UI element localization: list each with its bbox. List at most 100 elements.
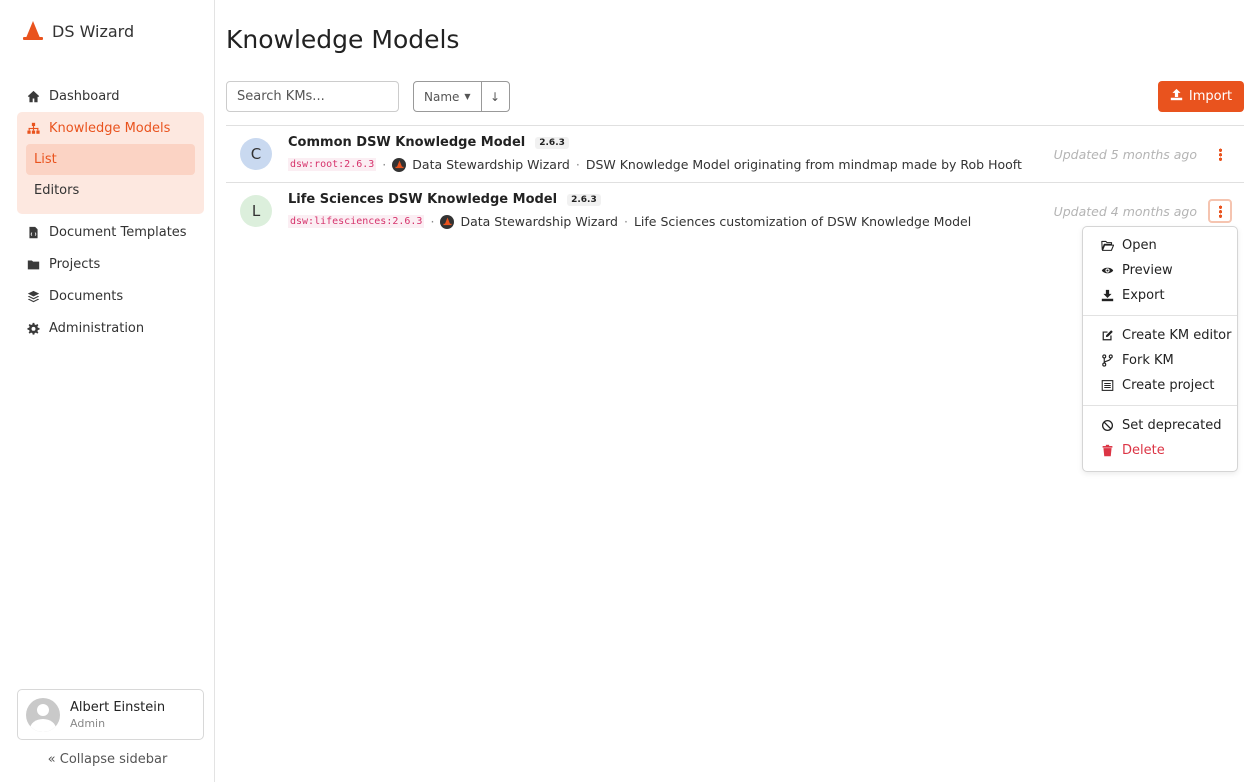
home-icon bbox=[27, 90, 40, 103]
menu-item-label: Create project bbox=[1122, 378, 1215, 393]
arrow-down-icon: ↓ bbox=[490, 89, 501, 104]
trash-icon bbox=[1101, 444, 1114, 457]
layers-icon bbox=[27, 290, 40, 303]
user-profile[interactable]: Albert Einstein Admin bbox=[17, 689, 204, 740]
menu-item-label: Export bbox=[1122, 288, 1165, 303]
sidebar-item-label: Administration bbox=[49, 320, 145, 336]
menu-item-label: Set deprecated bbox=[1122, 418, 1222, 433]
updated-time: Updated 5 months ago bbox=[1053, 147, 1197, 162]
sidebar-item-documents[interactable]: Documents bbox=[17, 280, 204, 312]
row-actions-button[interactable] bbox=[1208, 142, 1232, 166]
menu-item-label: Delete bbox=[1122, 443, 1165, 458]
sidebar-item-document-templates[interactable]: Document Templates bbox=[17, 216, 204, 248]
brand-name: DS Wizard bbox=[52, 21, 135, 41]
ban-icon bbox=[1101, 419, 1114, 432]
list-icon bbox=[1101, 379, 1114, 392]
file-code-icon bbox=[27, 226, 40, 239]
organization-logo-icon bbox=[392, 157, 407, 172]
sort-field-dropdown[interactable]: Name ▼ bbox=[414, 82, 481, 111]
km-meta: dsw:lifesciences:2.6.3 · Data Stewardshi… bbox=[288, 214, 971, 229]
sidebar-item-knowledge-models[interactable]: Knowledge Models bbox=[17, 112, 204, 144]
sort-field-label: Name bbox=[424, 89, 460, 104]
km-id: dsw:root:2.6.3 bbox=[288, 158, 377, 171]
sidebar-item-label: Document Templates bbox=[49, 224, 187, 240]
sidebar-item-dashboard[interactable]: Dashboard bbox=[17, 80, 204, 112]
profile-role: Admin bbox=[70, 716, 106, 730]
import-button[interactable]: Import bbox=[1158, 81, 1244, 112]
km-title-line: Life Sciences DSW Knowledge Model 2.6.3 bbox=[288, 192, 601, 207]
double-chevron-left-icon: « bbox=[47, 752, 56, 767]
menu-item-delete[interactable]: Delete bbox=[1083, 438, 1237, 463]
folder-open-icon bbox=[1101, 239, 1114, 252]
sidebar-subitem-list[interactable]: List bbox=[26, 144, 195, 175]
sort-controls: Name ▼ ↓ bbox=[413, 81, 510, 112]
menu-item-label: Preview bbox=[1122, 263, 1173, 278]
updated-time: Updated 4 months ago bbox=[1053, 204, 1197, 219]
menu-item-open[interactable]: Open bbox=[1083, 233, 1237, 258]
avatar bbox=[26, 697, 60, 732]
menu-item-set-deprecated[interactable]: Set deprecated bbox=[1083, 413, 1237, 438]
eye-icon bbox=[1101, 264, 1114, 277]
km-list: C Common DSW Knowledge Model 2.6.3 dsw:r… bbox=[226, 125, 1244, 239]
import-label: Import bbox=[1188, 89, 1233, 104]
km-title[interactable]: Common DSW Knowledge Model bbox=[288, 135, 525, 150]
row-actions-button[interactable] bbox=[1208, 199, 1232, 223]
version-badge: 2.6.3 bbox=[535, 136, 569, 149]
sitemap-icon bbox=[27, 122, 40, 135]
sidebar-group-knowledge-models: Knowledge Models List Editors bbox=[17, 112, 204, 214]
sidebar-subitem-editors[interactable]: Editors bbox=[26, 175, 195, 206]
organization-logo-icon bbox=[440, 214, 455, 229]
version-badge: 2.6.3 bbox=[567, 193, 601, 206]
sidebar-item-label: Dashboard bbox=[49, 88, 120, 104]
download-icon bbox=[1101, 289, 1114, 302]
km-meta: dsw:root:2.6.3 · Data Stewardship Wizard… bbox=[288, 157, 1022, 172]
menu-item-preview[interactable]: Preview bbox=[1083, 258, 1237, 283]
sidebar-item-projects[interactable]: Projects bbox=[17, 248, 204, 280]
menu-item-label: Open bbox=[1122, 238, 1157, 253]
menu-item-create-project[interactable]: Create project bbox=[1083, 373, 1237, 398]
km-title-line: Common DSW Knowledge Model 2.6.3 bbox=[288, 135, 569, 150]
sort-direction-button[interactable]: ↓ bbox=[480, 82, 509, 111]
menu-item-create-km-editor[interactable]: Create KM editor bbox=[1083, 323, 1237, 348]
km-initial-avatar: L bbox=[240, 195, 272, 227]
row-actions-menu: Open Preview Export Create KM editor For… bbox=[1082, 226, 1238, 472]
table-row[interactable]: C Common DSW Knowledge Model 2.6.3 dsw:r… bbox=[226, 125, 1244, 182]
collapse-sidebar-label: Collapse sidebar bbox=[59, 752, 168, 767]
search-input[interactable] bbox=[226, 81, 399, 112]
km-title[interactable]: Life Sciences DSW Knowledge Model bbox=[288, 192, 557, 207]
brand[interactable]: DS Wizard bbox=[22, 20, 134, 42]
menu-divider bbox=[1083, 315, 1237, 316]
separator-dot: · bbox=[623, 214, 628, 229]
menu-item-label: Fork KM bbox=[1122, 353, 1174, 368]
km-description: Life Sciences customization of DSW Knowl… bbox=[633, 214, 972, 229]
sidebar-item-administration[interactable]: Administration bbox=[17, 312, 204, 344]
profile-name: Albert Einstein bbox=[70, 699, 166, 715]
sidebar-item-label: Documents bbox=[49, 288, 124, 304]
edit-icon bbox=[1101, 329, 1114, 342]
menu-item-export[interactable]: Export bbox=[1083, 283, 1237, 308]
menu-divider bbox=[1083, 405, 1237, 406]
km-initial-avatar: C bbox=[240, 138, 272, 170]
profile-text: Albert Einstein Admin bbox=[70, 700, 165, 730]
sidebar-nav: Dashboard Knowledge Models List Editors … bbox=[17, 80, 204, 344]
sidebar-item-label: Knowledge Models bbox=[49, 120, 171, 136]
separator-dot: · bbox=[575, 157, 580, 172]
sidebar-item-label: Projects bbox=[49, 256, 101, 272]
km-id: dsw:lifesciences:2.6.3 bbox=[288, 215, 425, 228]
menu-item-label: Create KM editor bbox=[1122, 328, 1232, 343]
folder-icon bbox=[27, 258, 40, 271]
code-branch-icon bbox=[1101, 354, 1114, 367]
organization-name: Data Stewardship Wizard bbox=[412, 157, 570, 172]
upload-icon bbox=[1170, 88, 1183, 105]
collapse-sidebar-button[interactable]: « Collapse sidebar bbox=[0, 752, 215, 767]
sidebar: DS Wizard Dashboard Knowledge Models Lis… bbox=[0, 0, 215, 782]
cog-icon bbox=[27, 322, 40, 335]
separator-dot: · bbox=[382, 157, 387, 172]
ellipsis-vertical-icon bbox=[1218, 204, 1222, 218]
menu-item-fork-km[interactable]: Fork KM bbox=[1083, 348, 1237, 373]
km-description: DSW Knowledge Model originating from min… bbox=[585, 157, 1022, 172]
page-title: Knowledge Models bbox=[226, 25, 460, 54]
ellipsis-vertical-icon bbox=[1218, 147, 1222, 161]
organization-name: Data Stewardship Wizard bbox=[460, 214, 618, 229]
separator-dot: · bbox=[430, 214, 435, 229]
